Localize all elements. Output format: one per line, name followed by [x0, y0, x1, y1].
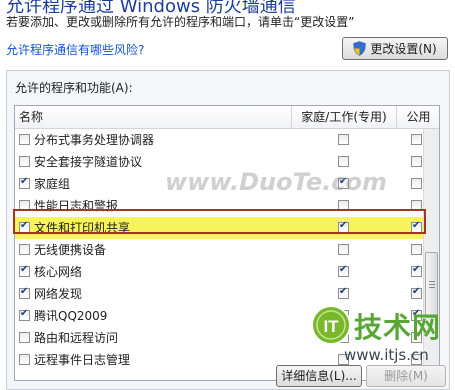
scrollbar-thumb[interactable] [425, 252, 438, 318]
program-row[interactable]: 路由和远程访问 [15, 327, 423, 349]
program-row[interactable]: 核心网络 [15, 261, 423, 283]
public-checkbox[interactable] [411, 264, 422, 277]
change-settings-label: 更改设置(N) [370, 42, 437, 56]
risk-link[interactable]: 允许程序通信有哪些风险? [6, 41, 144, 58]
public-checkbox[interactable] [411, 354, 422, 365]
program-row[interactable]: 文件和打印机共享 [15, 217, 423, 239]
home-work-checkbox[interactable] [338, 286, 349, 299]
home-work-checkbox[interactable] [338, 264, 349, 277]
public-checkbox[interactable] [411, 332, 422, 343]
public-checkbox[interactable] [411, 178, 422, 189]
home-work-checkbox[interactable] [338, 354, 349, 365]
program-enabled-checkbox[interactable] [19, 220, 30, 233]
public-checkbox[interactable] [411, 244, 422, 255]
home-work-checkbox[interactable] [338, 310, 349, 321]
public-checkbox[interactable] [411, 200, 422, 211]
instruction-text: 若要添加、更改或删除所有允许的程序和端口，请单击“更改设置” [6, 15, 355, 29]
program-name: 文件和打印机共享 [34, 221, 131, 235]
home-work-checkbox[interactable] [338, 200, 349, 211]
program-name: 网络发现 [34, 287, 83, 301]
delete-button: 删除(M) [366, 365, 446, 387]
programs-list: 名称 家庭/工作(专用) 公用 分布式事务处理协调器安全套接字隧道协议家庭组性能… [14, 105, 440, 381]
program-name: 家庭组 [34, 177, 71, 191]
allowed-programs-group: 允许的程序和功能(A): 名称 家庭/工作(专用) 公用 分布式事务处理协调器安… [6, 70, 450, 390]
program-name: 远程事件日志管理 [34, 353, 131, 367]
uac-shield-icon [353, 41, 367, 56]
vertical-scrollbar[interactable] [423, 129, 439, 380]
column-header-public[interactable]: 公用 [396, 106, 439, 128]
program-row[interactable]: 性能日志和警报 [15, 195, 423, 217]
program-enabled-checkbox[interactable] [19, 308, 30, 321]
program-enabled-checkbox[interactable] [19, 244, 30, 255]
program-name: 腾讯QQ2009 [34, 309, 108, 323]
program-name: 路由和远程访问 [34, 331, 119, 345]
program-name: 无线便携设备 [34, 243, 107, 257]
program-rows: 分布式事务处理协调器安全套接字隧道协议家庭组性能日志和警报文件和打印机共享无线便… [15, 129, 423, 371]
program-row[interactable]: 安全套接字隧道协议 [15, 151, 423, 173]
change-settings-button[interactable]: 更改设置(N) [342, 37, 448, 60]
program-name: 分布式事务处理协调器 [34, 133, 155, 147]
public-checkbox[interactable] [411, 156, 422, 167]
home-work-checkbox[interactable] [338, 156, 349, 167]
home-work-checkbox[interactable] [338, 134, 349, 145]
allowed-programs-label: 允许的程序和功能(A): [15, 81, 133, 95]
program-enabled-checkbox[interactable] [19, 134, 30, 145]
home-work-checkbox[interactable] [338, 332, 349, 343]
program-enabled-checkbox[interactable] [19, 286, 30, 299]
column-header-home-work[interactable]: 家庭/工作(专用) [291, 106, 396, 128]
public-checkbox[interactable] [411, 134, 422, 145]
program-row[interactable]: 无线便携设备 [15, 239, 423, 261]
program-row[interactable]: 腾讯QQ2009 [15, 305, 423, 327]
program-enabled-checkbox[interactable] [19, 264, 30, 277]
program-enabled-checkbox[interactable] [19, 156, 30, 167]
program-enabled-checkbox[interactable] [19, 332, 30, 343]
program-enabled-checkbox[interactable] [19, 200, 30, 211]
program-row[interactable]: 网络发现 [15, 283, 423, 305]
public-checkbox[interactable] [411, 220, 422, 233]
program-name: 性能日志和警报 [34, 199, 119, 213]
program-enabled-checkbox[interactable] [19, 176, 30, 189]
home-work-checkbox[interactable] [338, 220, 349, 233]
program-row[interactable]: 分布式事务处理协调器 [15, 129, 423, 151]
home-work-checkbox[interactable] [338, 176, 349, 189]
public-checkbox[interactable] [411, 308, 422, 321]
list-header: 名称 家庭/工作(专用) 公用 [15, 106, 439, 129]
program-row[interactable]: 家庭组 [15, 173, 423, 195]
details-button[interactable]: 详细信息(L)... [276, 365, 362, 387]
public-checkbox[interactable] [411, 286, 422, 299]
program-enabled-checkbox[interactable] [19, 354, 30, 365]
home-work-checkbox[interactable] [338, 244, 349, 255]
program-name: 核心网络 [34, 265, 83, 279]
program-name: 安全套接字隧道协议 [34, 155, 143, 169]
column-header-name[interactable]: 名称 [19, 106, 43, 128]
